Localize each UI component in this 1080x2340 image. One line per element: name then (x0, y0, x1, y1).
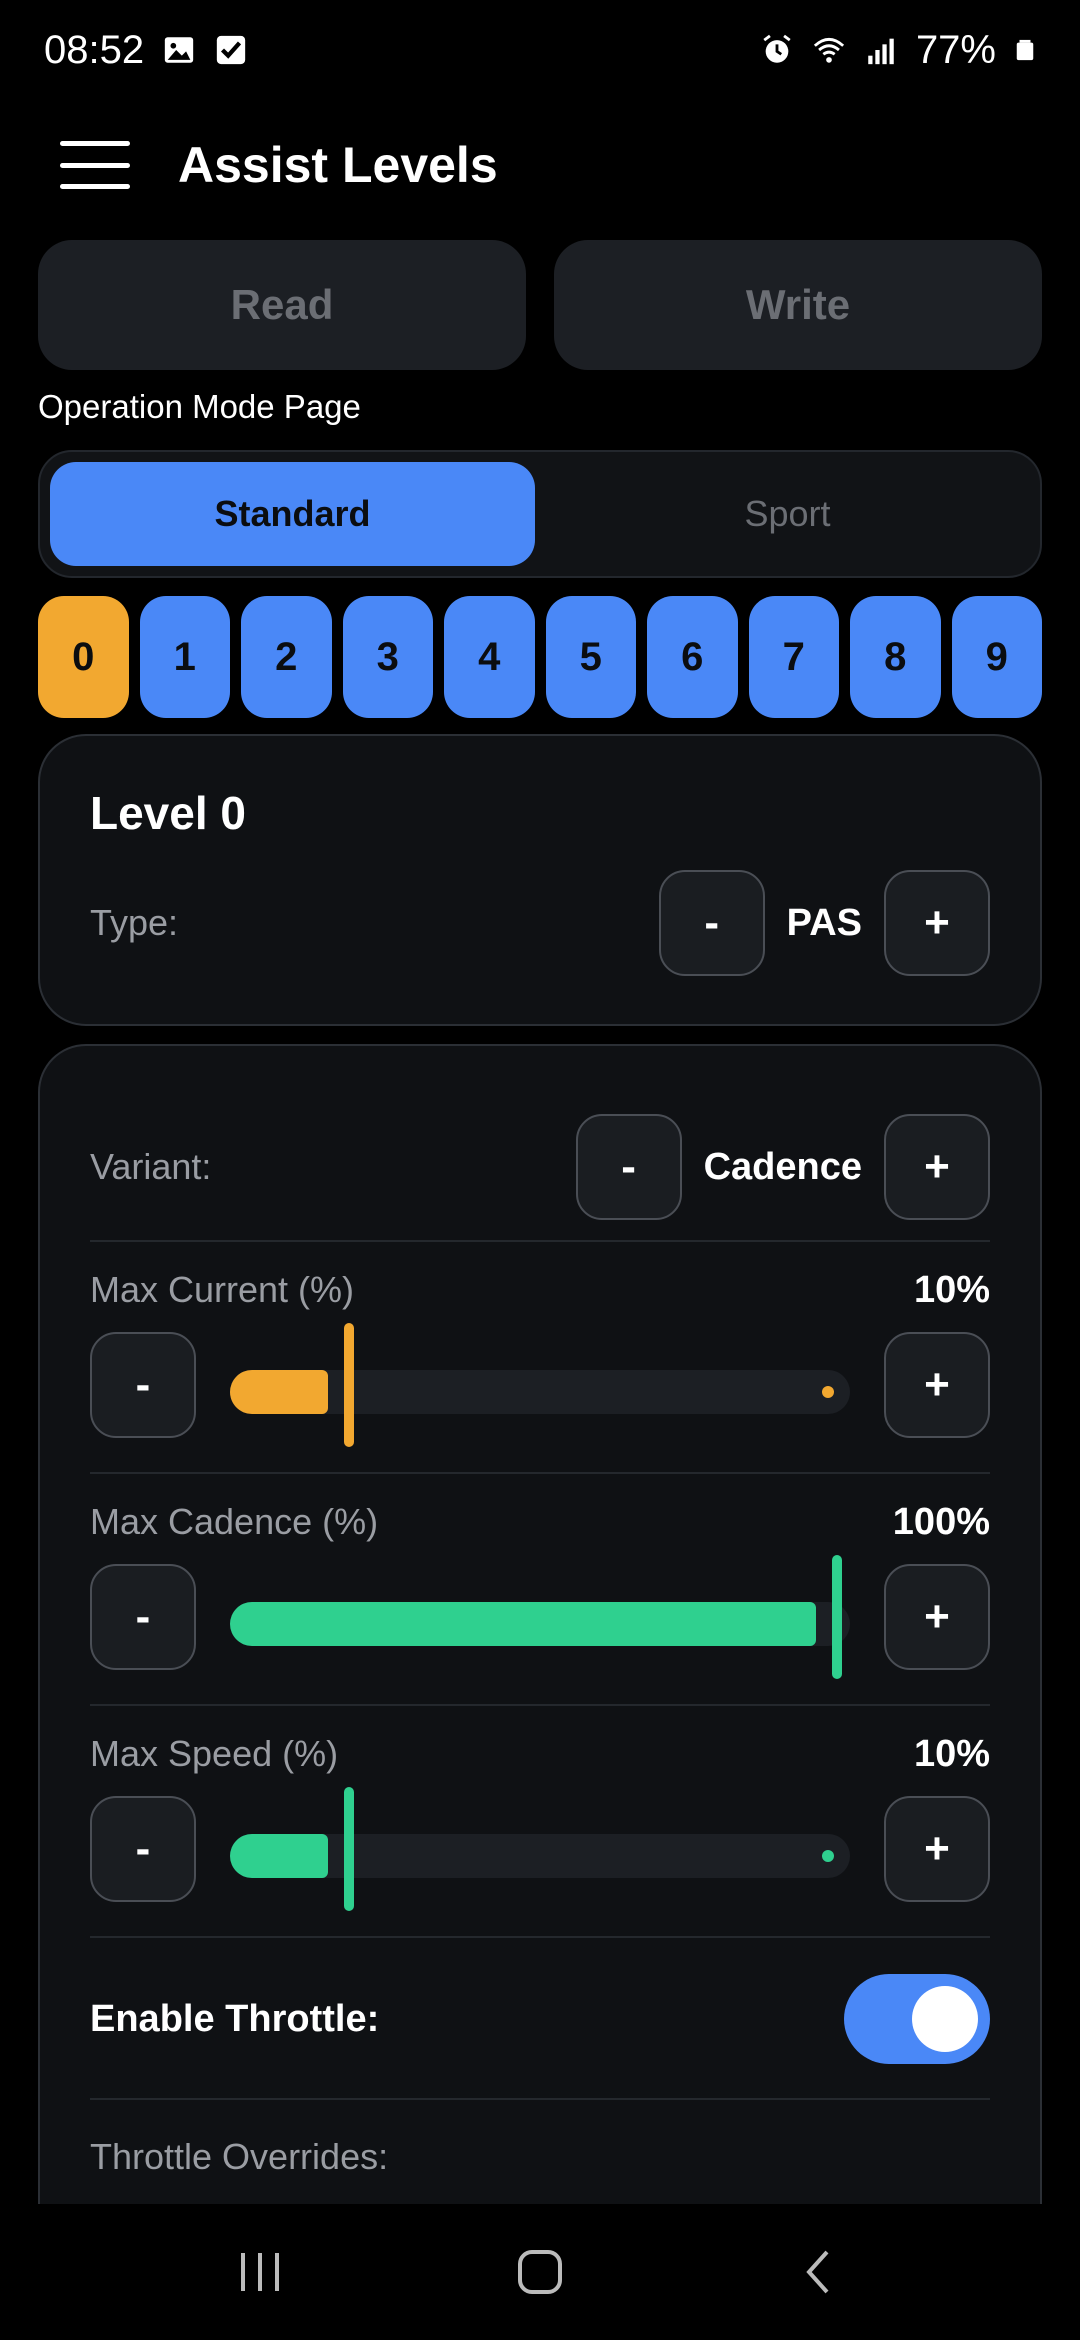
slider-fill (230, 1834, 329, 1878)
level-button-3[interactable]: 3 (342, 596, 433, 718)
divider (90, 1240, 990, 1242)
level-card: Level 0 Type: - PAS + (38, 734, 1042, 1026)
level-button-4[interactable]: 4 (444, 596, 535, 718)
signal-icon (868, 38, 894, 65)
max-cadence-increment-button[interactable]: + (884, 1564, 990, 1670)
read-write-actions: Read Write (38, 240, 1042, 370)
read-button[interactable]: Read (38, 240, 526, 370)
status-bar: 08:52 77% (0, 0, 1080, 100)
throttle-label: Enable Throttle: (90, 1997, 380, 2040)
wifi-icon (813, 37, 845, 63)
max-current-value: 10% (913, 1268, 990, 1311)
section-label: Operation Mode Page (38, 388, 361, 425)
max-speed-slider-block: Max Speed (%) 10% - + (90, 1724, 990, 1934)
mode-selector: Standard Sport (38, 450, 1042, 578)
slider-thumb[interactable] (832, 1555, 842, 1679)
settings-card: Variant: - Cadence + Max Current (%) 10%… (38, 1044, 1042, 2204)
level-button-9[interactable]: 9 (951, 596, 1042, 718)
home-icon[interactable] (500, 2232, 580, 2312)
throttle-toggle[interactable] (844, 1974, 990, 2064)
recents-icon[interactable] (220, 2232, 300, 2312)
level-button-2[interactable]: 2 (241, 596, 332, 718)
variant-decrement-button[interactable]: - (575, 1114, 682, 1220)
type-row: Type: - PAS + (90, 870, 990, 976)
type-value: PAS (786, 901, 862, 944)
type-increment-button[interactable]: + (884, 870, 990, 976)
level-title: Level 0 (90, 787, 246, 839)
max-speed-value: 10% (913, 1732, 990, 1775)
checkbox-icon (216, 35, 246, 65)
status-time: 08:52 (44, 27, 145, 72)
variant-label: Variant: (90, 1146, 212, 1187)
slider-fill (230, 1602, 816, 1646)
alarm-icon (763, 34, 791, 63)
type-label: Type: (90, 902, 179, 943)
throttle-overrides-label: Throttle Overrides: (90, 2136, 389, 2177)
level-button-0[interactable]: 0 (38, 596, 129, 718)
max-cadence-decrement-button[interactable]: - (90, 1564, 196, 1670)
level-button-6[interactable]: 6 (647, 596, 738, 718)
max-current-decrement-button[interactable]: - (90, 1332, 196, 1438)
variant-row: Variant: - Cadence + (90, 1114, 990, 1220)
max-current-slider[interactable] (230, 1323, 850, 1447)
menu-icon[interactable] (60, 141, 130, 189)
max-cadence-label: Max Cadence (%) (90, 1501, 379, 1542)
level-button-8[interactable]: 8 (850, 596, 941, 718)
level-button-7[interactable]: 7 (748, 596, 839, 718)
slider-fill (230, 1370, 329, 1414)
image-icon (164, 37, 194, 63)
max-current-slider-block: Max Current (%) 10% - + (90, 1260, 990, 1470)
divider (90, 1704, 990, 1706)
max-cadence-value: 100% (892, 1500, 990, 1543)
max-cadence-slider-block: Max Cadence (%) 100% - + (90, 1492, 990, 1702)
level-button-1[interactable]: 1 (139, 596, 230, 718)
slider-thumb[interactable] (344, 1323, 355, 1447)
battery-icon (1016, 39, 1034, 61)
max-current-increment-button[interactable]: + (884, 1332, 990, 1438)
divider (90, 1472, 990, 1474)
max-speed-label: Max Speed (%) (90, 1733, 339, 1774)
toggle-knob (912, 1986, 978, 2052)
type-decrement-button[interactable]: - (658, 870, 765, 976)
divider (90, 2098, 990, 2100)
tab-sport[interactable]: Sport (545, 462, 1030, 566)
slider-thumb[interactable] (344, 1787, 355, 1911)
system-nav-bar (0, 2204, 1080, 2340)
battery-percent: 77% (915, 27, 996, 72)
max-cadence-slider[interactable] (230, 1555, 850, 1679)
type-stepper: - PAS + (658, 870, 990, 976)
level-button-5[interactable]: 5 (545, 596, 636, 718)
write-button[interactable]: Write (554, 240, 1042, 370)
divider (90, 1936, 990, 1938)
max-speed-decrement-button[interactable]: - (90, 1796, 196, 1902)
throttle-row: Enable Throttle: (90, 1966, 990, 2072)
slider-end-dot (822, 1850, 834, 1862)
slider-end-dot (822, 1386, 834, 1398)
max-speed-slider[interactable] (230, 1787, 850, 1911)
variant-stepper: - Cadence + (575, 1114, 990, 1220)
max-current-label: Max Current (%) (90, 1269, 355, 1310)
variant-increment-button[interactable]: + (884, 1114, 990, 1220)
back-icon[interactable] (780, 2232, 860, 2312)
variant-value: Cadence (703, 1145, 862, 1188)
page-title: Assist Levels (178, 137, 498, 193)
max-speed-increment-button[interactable]: + (884, 1796, 990, 1902)
tab-standard[interactable]: Standard (50, 462, 535, 566)
level-selector: 0 1 2 3 4 5 6 7 8 9 (38, 596, 1042, 718)
app-header: Assist Levels (0, 115, 1080, 215)
